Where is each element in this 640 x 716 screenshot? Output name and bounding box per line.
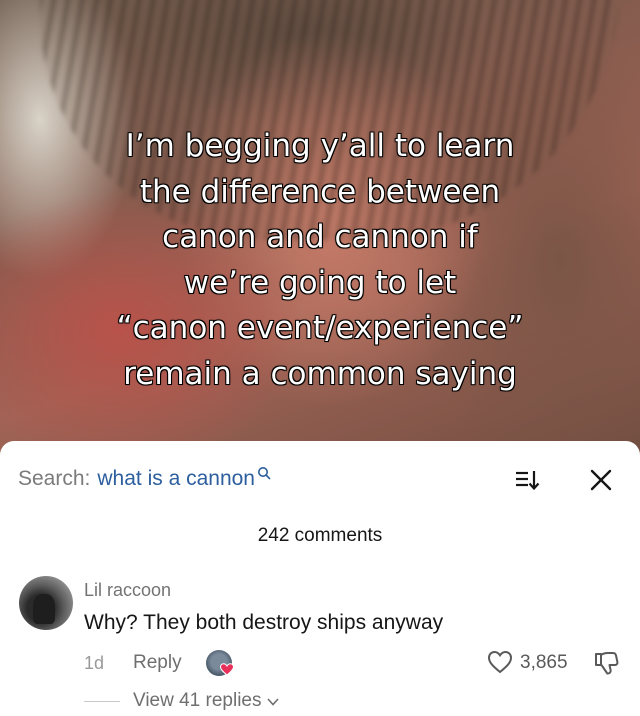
chevron-down-icon [266,698,279,706]
video-frame[interactable]: I’m begging y’all to learn the differenc… [0,0,640,470]
search-query-link[interactable]: what is a cannon [97,467,255,491]
comment-timestamp: 1d [84,653,105,673]
caption-line: the difference between [139,173,501,210]
caption-line: “canon event/experience” [116,309,524,346]
search-suggestion[interactable]: Search: what is a cannon [18,467,271,491]
close-icon[interactable] [588,467,614,493]
comment-username[interactable]: Lil raccoon [84,580,171,601]
sort-icon[interactable] [514,467,540,493]
like-count: 3,865 [520,652,568,673]
video-caption: I’m begging y’all to learn the differenc… [40,124,600,397]
caption-line: we’re going to let [183,264,457,301]
comments-panel: Search: what is a cannon 242 comments Li… [0,441,640,716]
caption-line: canon and cannon if [162,218,479,255]
reply-button[interactable]: Reply [133,652,182,674]
view-replies-label: View 41 replies [133,690,262,711]
search-icon[interactable] [257,466,271,480]
replies-divider [84,701,120,702]
comment-text: Why? They both destroy ships anyway [84,611,444,634]
comment-count: 242 comments [257,525,383,546]
creator-heart-icon [220,663,234,676]
caption-line: I’m begging y’all to learn [125,127,515,164]
search-label: Search: [18,467,91,490]
thumbs-down-icon[interactable] [592,649,620,677]
view-replies-button[interactable]: View 41 replies [133,690,280,712]
heart-outline-icon[interactable] [487,650,513,674]
avatar[interactable] [19,576,73,630]
caption-line: remain a common saying [123,355,518,392]
